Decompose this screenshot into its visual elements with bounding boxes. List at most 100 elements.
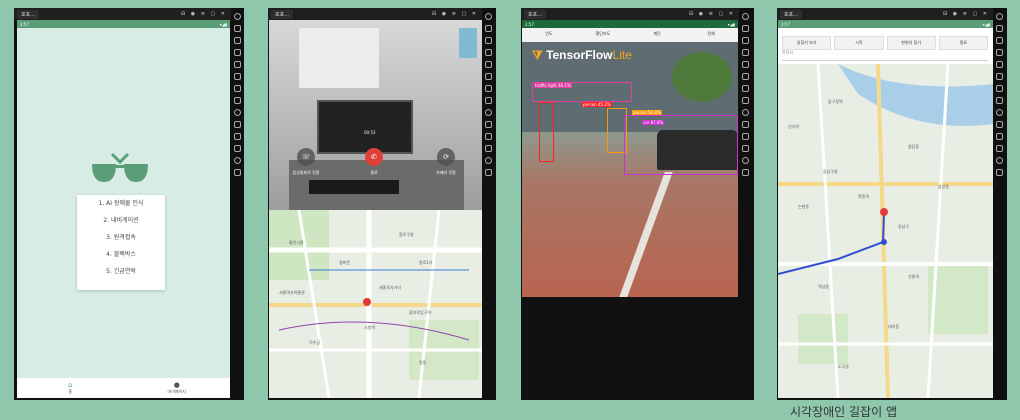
- volume-up-icon[interactable]: [742, 37, 749, 44]
- nav-mypage-button[interactable]: ● 마이페이지: [124, 378, 231, 398]
- menu-item-emergency[interactable]: 5. 긴급연락: [77, 263, 165, 280]
- scissors-icon[interactable]: [996, 97, 1003, 104]
- current-location-button[interactable]: 현위치 찾기: [886, 36, 936, 50]
- volume-down-icon[interactable]: [996, 49, 1003, 56]
- category-tabs: 인도 횡단보도 계단 전체: [522, 28, 738, 42]
- apk-icon[interactable]: [742, 121, 749, 128]
- shake-icon[interactable]: [742, 133, 749, 140]
- scissors-icon[interactable]: [234, 97, 241, 104]
- keyboard-icon[interactable]: [234, 25, 241, 32]
- tab-stairs[interactable]: 계단: [630, 28, 684, 42]
- tab-sidewalk[interactable]: 인도: [522, 28, 576, 42]
- shake-icon[interactable]: [996, 133, 1003, 140]
- fullscreen-icon[interactable]: [742, 61, 749, 68]
- screenshot-icon[interactable]: [234, 73, 241, 80]
- menu-item-ai-obstacle[interactable]: 1. AI 장애물 인식: [77, 195, 165, 212]
- shake-icon[interactable]: [234, 133, 241, 140]
- camera-icon[interactable]: [234, 85, 241, 92]
- more-icon[interactable]: [742, 169, 749, 176]
- location-icon[interactable]: [742, 157, 749, 164]
- window-controls[interactable]: ⊟ ◉ ≡ ▢ ✕: [432, 11, 478, 17]
- rotate-icon[interactable]: [234, 109, 241, 116]
- volume-up-icon[interactable]: [485, 37, 492, 44]
- more-icon[interactable]: [485, 169, 492, 176]
- camera-icon[interactable]: [485, 85, 492, 92]
- rotate-icon[interactable]: [742, 109, 749, 116]
- keyboard-icon[interactable]: [996, 25, 1003, 32]
- voice-call-button[interactable]: ☏: [297, 148, 315, 166]
- scissors-icon[interactable]: [485, 97, 492, 104]
- main-menu: 1. AI 장애물 인식 2. 내비게이션 3. 원격접속 4. 블랙박스 5.…: [77, 195, 165, 290]
- emulator-titlebar: 포포... ⊟ ◉ ≡ ▢ ✕: [777, 8, 993, 20]
- end-call-button[interactable]: ✆: [365, 148, 383, 166]
- folder-icon[interactable]: [485, 145, 492, 152]
- keyboard-icon[interactable]: [742, 25, 749, 32]
- settings-icon[interactable]: [234, 13, 241, 20]
- map-view[interactable]: 강남구청 압구정역 청담동 논현동 신사역 학동역 강남구 삼성동 역삼동 선릉…: [778, 64, 993, 398]
- caption: 시각장애인 길잡이 앱: [790, 405, 897, 419]
- emulator-tab[interactable]: 포포...: [271, 9, 293, 19]
- volume-up-icon[interactable]: [996, 37, 1003, 44]
- stop-button[interactable]: 종료: [938, 36, 988, 50]
- emulator-sidebar: [993, 8, 1006, 400]
- apk-icon[interactable]: [996, 121, 1003, 128]
- more-icon[interactable]: [996, 169, 1003, 176]
- emulator-tab[interactable]: 포포...: [780, 9, 802, 19]
- volume-down-icon[interactable]: [485, 49, 492, 56]
- location-icon[interactable]: [996, 157, 1003, 164]
- apk-icon[interactable]: [234, 121, 241, 128]
- fullscreen-icon[interactable]: [996, 61, 1003, 68]
- monitor: [317, 100, 413, 154]
- nav-home-button[interactable]: ⌂ 홈: [17, 378, 124, 398]
- menu-item-navigation[interactable]: 2. 내비게이션: [77, 212, 165, 229]
- tensorflow-icon: ⧩: [532, 48, 543, 62]
- volume-down-icon[interactable]: [742, 49, 749, 56]
- emulator-tab[interactable]: 포포...: [17, 9, 39, 19]
- destination-input[interactable]: 목적지: [782, 50, 988, 61]
- settings-icon[interactable]: [996, 13, 1003, 20]
- status-bar: 2:57 ▾◢▮: [522, 20, 738, 28]
- shake-icon[interactable]: [485, 133, 492, 140]
- window-controls[interactable]: ⊟ ◉ ≡ ▢ ✕: [181, 11, 227, 17]
- rotate-icon[interactable]: [485, 109, 492, 116]
- fullscreen-icon[interactable]: [234, 61, 241, 68]
- settings-icon[interactable]: [742, 13, 749, 20]
- detection-label-person: person 45.2%: [582, 102, 612, 107]
- map-view[interactable]: 종로구청 통인시장 세종로사거리 광화문 서울역사박물관 종로1가 시청역 덕수…: [269, 210, 482, 398]
- emulator-tab[interactable]: 포포...: [524, 9, 546, 19]
- screenshot-icon[interactable]: [742, 73, 749, 80]
- volume-down-icon[interactable]: [234, 49, 241, 56]
- keyboard-icon[interactable]: [485, 25, 492, 32]
- switch-camera-button[interactable]: ⟳: [437, 148, 455, 166]
- menu-item-blackbox[interactable]: 4. 블랙박스: [77, 246, 165, 263]
- screenshot-icon[interactable]: [485, 73, 492, 80]
- tab-crosswalk[interactable]: 횡단보도: [576, 28, 630, 42]
- route-view-button[interactable]: 길찾기 보기: [782, 36, 832, 50]
- tab-all[interactable]: 전체: [684, 28, 738, 42]
- fullscreen-icon[interactable]: [485, 61, 492, 68]
- scissors-icon[interactable]: [742, 97, 749, 104]
- location-icon[interactable]: [234, 157, 241, 164]
- folder-icon[interactable]: [742, 145, 749, 152]
- location-icon[interactable]: [485, 157, 492, 164]
- camera-icon[interactable]: [996, 85, 1003, 92]
- switch-camera-label: 카메라 전환: [436, 170, 456, 175]
- menu-item-remote-access[interactable]: 3. 원격접속: [77, 229, 165, 246]
- screenshot-icon[interactable]: [996, 73, 1003, 80]
- more-icon[interactable]: [234, 169, 241, 176]
- folder-icon[interactable]: [234, 145, 241, 152]
- window-controls[interactable]: ⊟ ◉ ≡ ▢ ✕: [689, 11, 735, 17]
- window-controls[interactable]: ⊟ ◉ ≡ ▢ ✕: [943, 11, 989, 17]
- rotate-icon[interactable]: [996, 109, 1003, 116]
- map-label: 명동: [419, 360, 427, 365]
- apk-icon[interactable]: [485, 121, 492, 128]
- folder-icon[interactable]: [996, 145, 1003, 152]
- map-label: 대치동: [888, 324, 900, 329]
- phone-icon: ☏: [301, 153, 311, 161]
- camera-icon[interactable]: [742, 85, 749, 92]
- volume-up-icon[interactable]: [234, 37, 241, 44]
- map-label: 도곡동: [838, 364, 850, 369]
- start-button[interactable]: 시작: [834, 36, 884, 50]
- settings-icon[interactable]: [485, 13, 492, 20]
- nav-home-label: 홈: [68, 389, 73, 394]
